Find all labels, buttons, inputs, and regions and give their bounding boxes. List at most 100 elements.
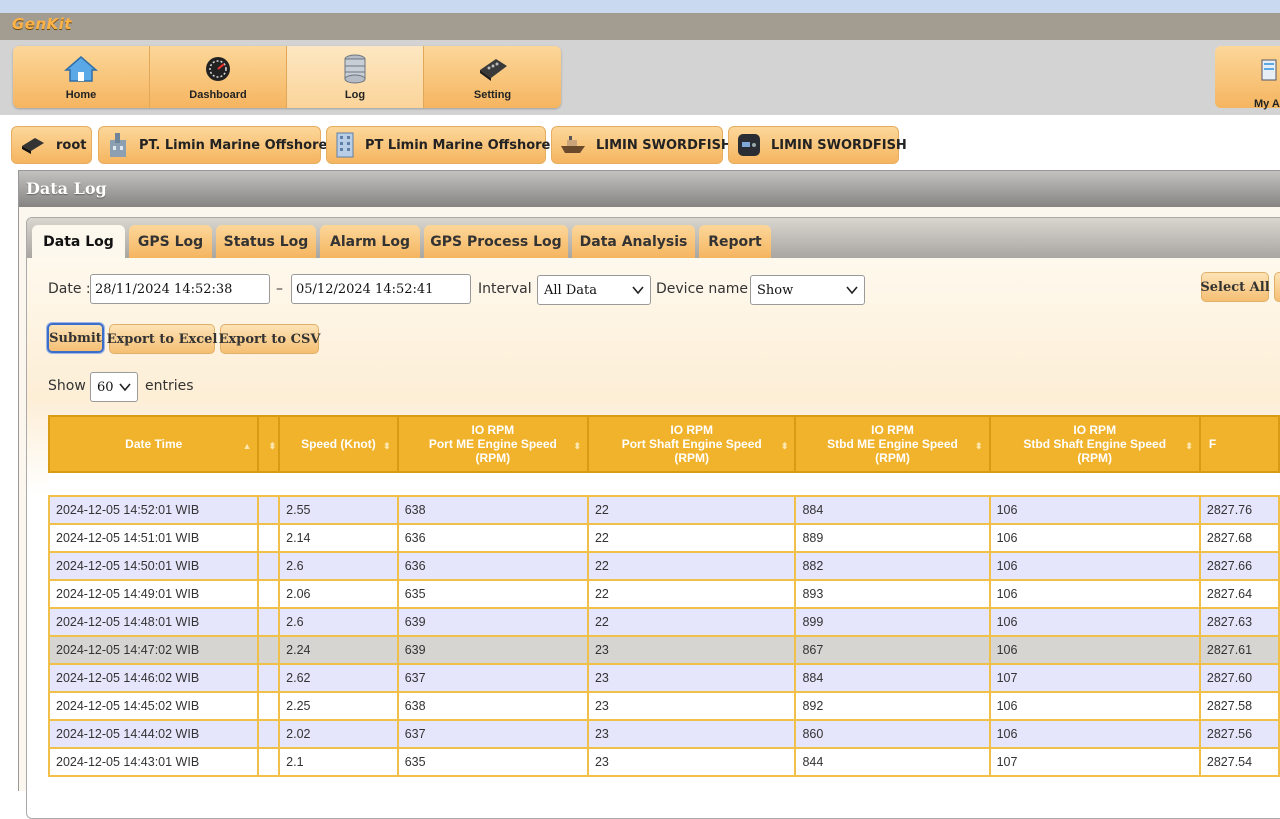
- panel-title: Data Log: [26, 179, 107, 198]
- column-header[interactable]: IO RPM Port ME Engine Speed (RPM) ⬍: [396, 415, 589, 473]
- entries-label: entries: [145, 378, 194, 394]
- table-cell: 2024-12-05 14:47:02 WIB: [47, 635, 260, 665]
- data-table-wrapper: Date Time ▲ ⬍ Speed (Knot) ⬍ IO RPM Port M…: [47, 415, 1280, 777]
- table-cell: 844: [794, 747, 991, 777]
- tab-status-log[interactable]: Status Log: [216, 225, 316, 258]
- show-label: Show: [48, 378, 86, 394]
- breadcrumb-label: PT. Limin Marine Offshore: [139, 137, 328, 153]
- table-row[interactable]: 2024-12-05 14:47:02 WIB 2.24 639 23 867 106 28…: [47, 635, 1280, 665]
- table-row[interactable]: 2024-12-05 14:44:02 WIB 2.02 637 23 860 106 28…: [47, 719, 1280, 749]
- date-from-input[interactable]: [90, 274, 270, 304]
- breadcrumb-label: LIMIN SWORDFISH: [771, 137, 907, 153]
- tab-data-analysis[interactable]: Data Analysis: [572, 225, 695, 258]
- breadcrumb-label: LIMIN SWORDFISH: [596, 137, 732, 153]
- table-cell: 2024-12-05 14:49:01 WIB: [47, 579, 260, 609]
- table-row[interactable]: 2024-12-05 14:48:01 WIB 2.6 639 22 899 106 282…: [47, 607, 1280, 637]
- table-cell: 2024-12-05 14:52:01 WIB: [47, 495, 260, 525]
- nav-setting-button[interactable]: Setting: [424, 46, 561, 108]
- table-cell: 638: [396, 495, 589, 525]
- entries-select[interactable]: 60: [90, 372, 138, 402]
- submit-button[interactable]: Submit: [47, 323, 104, 353]
- table-cell: 2827.63: [1198, 607, 1280, 637]
- tab-gps-log[interactable]: GPS Log: [129, 225, 212, 258]
- table-row[interactable]: 2024-12-05 14:49:01 WIB 2.06 635 22 893 106 28…: [47, 579, 1280, 609]
- tab-gps-process-log[interactable]: GPS Process Log: [424, 225, 568, 258]
- sort-icon: ⬍: [268, 441, 277, 451]
- table-cell: 23: [586, 663, 797, 693]
- column-header[interactable]: IO RPM Port Shaft Engine Speed (RPM) ⬍: [586, 415, 797, 473]
- column-header[interactable]: ⬍: [257, 415, 281, 473]
- table-cell: 23: [586, 747, 797, 777]
- table-cell: 2024-12-05 14:45:02 WIB: [47, 691, 260, 721]
- column-header[interactable]: Date Time ▲: [47, 415, 260, 473]
- table-body: 2024-12-05 14:52:01 WIB 2.55 638 22 884 106 28…: [47, 472, 1280, 777]
- sort-asc-icon: ▲: [242, 441, 252, 451]
- nav-dashboard-button[interactable]: Dashboard: [150, 46, 287, 108]
- table-row[interactable]: 2024-12-05 14:43:01 WIB 2.1 635 23 844 107 282…: [47, 747, 1280, 777]
- table-cell: 2024-12-05 14:43:01 WIB: [47, 747, 260, 777]
- breadcrumb-device[interactable]: LIMIN SWORDFISH: [728, 126, 907, 164]
- export-csv-button[interactable]: Export to CSV: [219, 324, 320, 354]
- table-cell: 106: [988, 607, 1201, 637]
- table-cell: 2024-12-05 14:51:01 WIB: [47, 523, 260, 553]
- breadcrumb-root[interactable]: root: [11, 126, 92, 164]
- date-to-input[interactable]: [291, 274, 471, 304]
- table-cell: [257, 579, 281, 609]
- table-cell: 639: [396, 607, 589, 637]
- export-excel-button[interactable]: Export to Excel: [107, 324, 217, 354]
- table-row[interactable]: 2024-12-05 14:52:01 WIB 2.55 638 22 884 106 28…: [47, 495, 1280, 525]
- breadcrumb-company[interactable]: PT. Limin Marine Offshore: [98, 126, 327, 164]
- chevron-down-icon: [632, 286, 644, 295]
- brand-bar: [0, 13, 1280, 40]
- interval-select[interactable]: All Data: [537, 275, 651, 305]
- nav-log-button[interactable]: Log: [287, 46, 424, 108]
- table-cell: 2024-12-05 14:46:02 WIB: [47, 663, 260, 693]
- table-row[interactable]: 2024-12-05 14:46:02 WIB 2.62 637 23 884 107 28…: [47, 663, 1280, 693]
- my-account-button[interactable]: My Ac: [1215, 46, 1280, 110]
- table-cell: 23: [586, 691, 797, 721]
- breadcrumb-vessel[interactable]: LIMIN SWORDFISH: [551, 126, 732, 164]
- table-row[interactable]: 2024-12-05 14:45:02 WIB 2.25 638 23 892 106 28…: [47, 691, 1280, 721]
- nav-setting-label: Setting: [473, 89, 512, 101]
- column-header[interactable]: Speed (Knot) ⬍: [278, 415, 399, 473]
- table-cell: 2827.76: [1198, 495, 1280, 525]
- table-cell: [257, 607, 281, 637]
- table-cell: [257, 747, 281, 777]
- tab-report[interactable]: Report: [699, 225, 771, 258]
- table-cell: 637: [396, 663, 589, 693]
- device-name-select[interactable]: Show: [750, 275, 865, 305]
- table-cell: 22: [586, 495, 797, 525]
- tab-data-log[interactable]: Data Log: [32, 225, 125, 258]
- table-cell: 2.24: [278, 635, 399, 665]
- panel-header: [19, 171, 1280, 207]
- column-header[interactable]: F: [1198, 415, 1280, 473]
- tab-alarm-log[interactable]: Alarm Log: [320, 225, 420, 258]
- table-row[interactable]: 2024-12-05 14:51:01 WIB 2.14 636 22 889 106 28…: [47, 523, 1280, 553]
- partial-button[interactable]: [1274, 272, 1280, 302]
- table-cell: 635: [396, 747, 589, 777]
- account-icon: [1261, 59, 1277, 81]
- chevron-down-icon: [119, 383, 131, 392]
- my-account-label: My Ac: [1254, 98, 1280, 110]
- chevron-down-icon: [846, 286, 858, 295]
- nav-home-label: Home: [65, 89, 97, 101]
- interval-value: All Data: [544, 282, 597, 298]
- table-cell: 22: [586, 579, 797, 609]
- table-cell: 2024-12-05 14:50:01 WIB: [47, 551, 260, 581]
- column-header[interactable]: IO RPM Stbd Shaft Engine Speed (RPM) ⬍: [988, 415, 1201, 473]
- table-cell: 867: [794, 635, 991, 665]
- select-all-button[interactable]: Select All: [1200, 272, 1270, 302]
- nav-home-button[interactable]: Home: [13, 46, 150, 108]
- column-header[interactable]: IO RPM Stbd ME Engine Speed (RPM) ⬍: [794, 415, 991, 473]
- table-cell: 22: [586, 607, 797, 637]
- table-cell: 2827.61: [1198, 635, 1280, 665]
- table-cell: 2024-12-05 14:44:02 WIB: [47, 719, 260, 749]
- table-cell: 2.25: [278, 691, 399, 721]
- table-cell: 882: [794, 551, 991, 581]
- table-cell: [257, 495, 281, 525]
- table-cell: 2827.56: [1198, 719, 1280, 749]
- breadcrumb-site[interactable]: PT Limin Marine Offshore: [326, 126, 550, 164]
- table-cell: 2.06: [278, 579, 399, 609]
- table-row[interactable]: 2024-12-05 14:50:01 WIB 2.6 636 22 882 106 282…: [47, 551, 1280, 581]
- app-logo[interactable]: GenKit: [12, 15, 72, 33]
